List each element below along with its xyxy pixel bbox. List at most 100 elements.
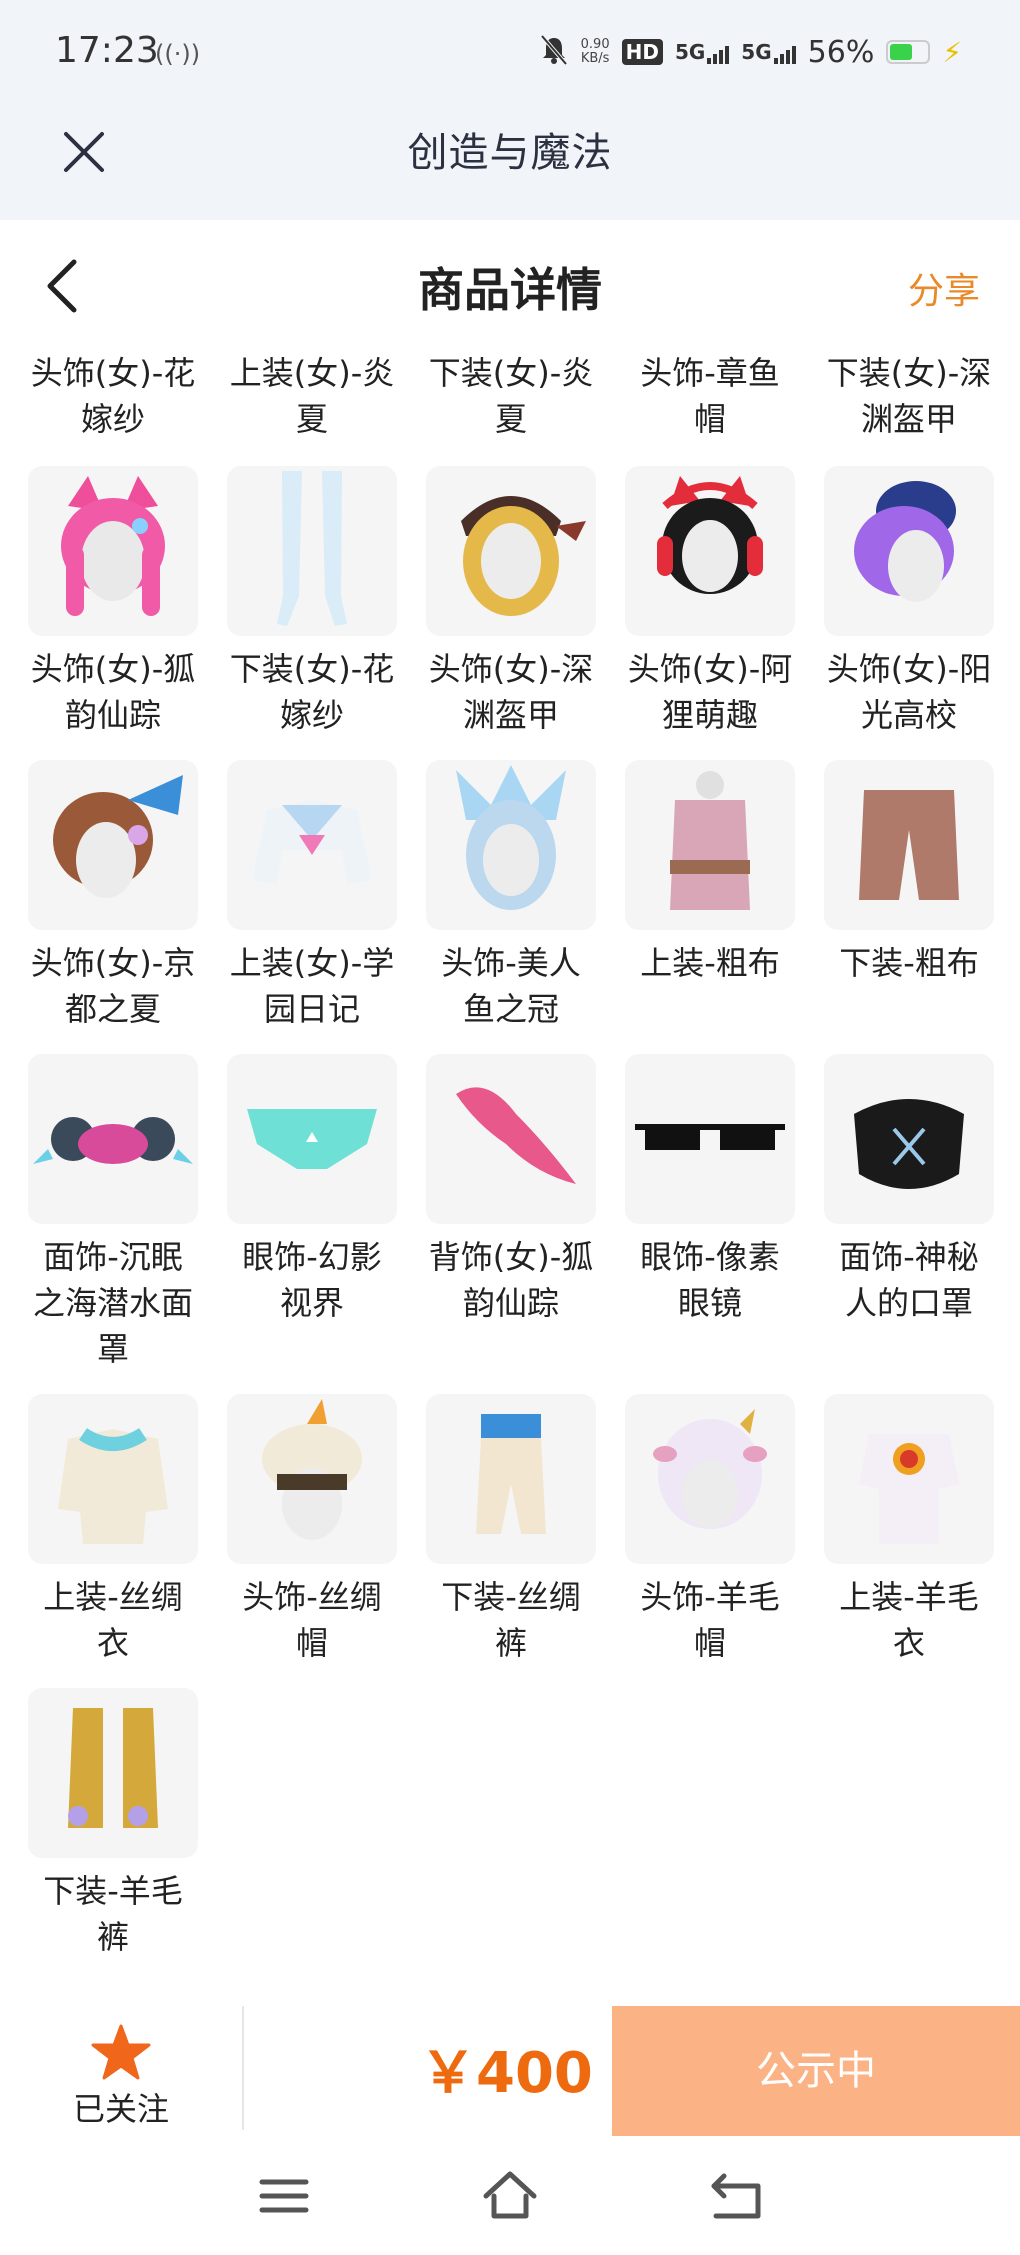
item-label: 头饰(女)-狐韵仙踪 bbox=[30, 650, 196, 734]
list-item[interactable]: 头饰(女)-深渊盔甲 bbox=[426, 466, 596, 738]
item-thumbnail bbox=[824, 1394, 994, 1564]
list-item[interactable]: 上装(女)-学园日记 bbox=[227, 760, 397, 1032]
back-nav-icon[interactable] bbox=[706, 2166, 766, 2226]
list-item[interactable]: 头饰(女)-阿狸萌趣 bbox=[625, 466, 795, 738]
item-label: 头饰(女)-花嫁纱 bbox=[30, 354, 196, 438]
item-label: 头饰(女)-阳光高校 bbox=[826, 650, 992, 734]
item-thumbnail bbox=[426, 1394, 596, 1564]
item-label: 下装(女)-深渊盔甲 bbox=[826, 354, 992, 438]
item-label: 头饰-美人鱼之冠 bbox=[441, 944, 581, 1028]
list-item[interactable]: 下装(女)-深渊盔甲 bbox=[824, 350, 994, 442]
list-item[interactable]: 上装-羊毛衣 bbox=[824, 1394, 994, 1666]
item-thumbnail bbox=[426, 760, 596, 930]
status-button[interactable]: 公示中 bbox=[612, 2006, 1020, 2136]
nav-bar: 商品详情 分享 bbox=[0, 220, 1020, 340]
item-label: 上装-羊毛衣 bbox=[839, 1578, 979, 1662]
follow-button[interactable]: 已关注 bbox=[0, 2000, 242, 2138]
item-thumbnail bbox=[824, 760, 994, 930]
charging-icon: ⚡ bbox=[942, 35, 962, 69]
signal-icon-2: 5G bbox=[741, 40, 796, 64]
list-item[interactable]: 下装(女)-花嫁纱 bbox=[227, 466, 397, 738]
net-speed-unit: KB/s bbox=[580, 51, 610, 66]
list-item[interactable]: 下装-羊毛裤 bbox=[28, 1688, 198, 1960]
item-thumbnail bbox=[227, 760, 397, 930]
item-thumbnail bbox=[227, 1394, 397, 1564]
item-label: 头饰(女)-京都之夏 bbox=[30, 944, 196, 1028]
item-label: 眼饰-像素眼镜 bbox=[640, 1238, 780, 1322]
signal2-label: 5G bbox=[741, 40, 772, 64]
item-label: 头饰-丝绸帽 bbox=[242, 1578, 382, 1662]
item-label: 下装-粗布 bbox=[839, 944, 979, 982]
item-thumbnail bbox=[28, 760, 198, 930]
battery-icon bbox=[886, 40, 931, 64]
list-item[interactable]: 头饰-丝绸帽 bbox=[227, 1394, 397, 1666]
share-button[interactable]: 分享 bbox=[908, 262, 980, 314]
list-item[interactable]: 头饰(女)-狐韵仙踪 bbox=[28, 466, 198, 738]
net-speed: 0.90 KB/s bbox=[581, 38, 610, 66]
list-item[interactable]: 面饰-沉眠之海潜水面罩 bbox=[28, 1054, 198, 1372]
item-label: 头饰(女)-深渊盔甲 bbox=[428, 650, 594, 734]
list-item[interactable]: 眼饰-幻影视界 bbox=[227, 1054, 397, 1326]
list-item[interactable]: 上装-丝绸衣 bbox=[28, 1394, 198, 1666]
follow-label: 已关注 bbox=[72, 2090, 169, 2128]
item-label: 面饰-沉眠之海潜水面罩 bbox=[32, 1238, 193, 1368]
menu-icon[interactable] bbox=[254, 2166, 314, 2226]
signal-icon: 5G bbox=[675, 40, 730, 64]
item-thumbnail bbox=[625, 1394, 795, 1564]
star-icon bbox=[91, 2024, 151, 2080]
item-thumbnail bbox=[625, 760, 795, 930]
item-label: 下装-羊毛裤 bbox=[43, 1872, 183, 1956]
item-thumbnail bbox=[426, 1054, 596, 1224]
item-thumbnail bbox=[28, 1688, 198, 1858]
item-label: 面饰-神秘人的口罩 bbox=[839, 1238, 979, 1322]
item-thumbnail bbox=[227, 1054, 397, 1224]
item-label: 上装(女)-炎夏 bbox=[229, 354, 395, 438]
hd-badge: HD bbox=[621, 39, 663, 65]
item-label: 上装(女)-学园日记 bbox=[229, 944, 395, 1028]
item-label: 头饰-章鱼帽 bbox=[640, 354, 780, 438]
item-thumbnail bbox=[625, 1054, 795, 1224]
home-icon[interactable] bbox=[480, 2166, 540, 2226]
list-item[interactable]: 上装-粗布 bbox=[625, 760, 795, 986]
item-label: 上装-粗布 bbox=[640, 944, 780, 982]
item-label: 下装(女)-花嫁纱 bbox=[229, 650, 395, 734]
status-icons: 0.90 KB/s HD 5G 5G 56% ⚡ bbox=[539, 34, 962, 70]
list-item[interactable]: 下装-粗布 bbox=[824, 760, 994, 986]
list-item[interactable]: 头饰(女)-阳光高校 bbox=[824, 466, 994, 738]
list-item[interactable]: 眼饰-像素眼镜 bbox=[625, 1054, 795, 1326]
item-thumbnail bbox=[28, 1054, 198, 1224]
vibrate-icon: ((·)) bbox=[155, 40, 201, 68]
app-header: 创造与魔法 bbox=[0, 112, 1020, 220]
list-item[interactable]: 头饰-章鱼帽 bbox=[625, 350, 795, 442]
item-label: 头饰(女)-阿狸萌趣 bbox=[627, 650, 793, 734]
list-item[interactable]: 头饰(女)-花嫁纱 bbox=[28, 350, 198, 442]
page-title: 商品详情 bbox=[418, 263, 602, 317]
item-thumbnail bbox=[625, 466, 795, 636]
status-time: 17:23 bbox=[55, 30, 159, 71]
list-item[interactable]: 上装(女)-炎夏 bbox=[227, 350, 397, 442]
app-title: 创造与魔法 bbox=[407, 130, 613, 176]
item-thumbnail bbox=[824, 1054, 994, 1224]
list-item[interactable]: 面饰-神秘人的口罩 bbox=[824, 1054, 994, 1326]
item-thumbnail bbox=[426, 466, 596, 636]
price: ￥400 bbox=[420, 2041, 593, 2106]
item-thumbnail bbox=[28, 466, 198, 636]
list-item[interactable]: 下装-丝绸裤 bbox=[426, 1394, 596, 1666]
item-label: 眼饰-幻影视界 bbox=[242, 1238, 382, 1322]
item-thumbnail bbox=[28, 1394, 198, 1564]
list-item[interactable]: 下装(女)-炎夏 bbox=[426, 350, 596, 442]
item-label: 背饰(女)-狐韵仙踪 bbox=[428, 1238, 594, 1322]
mute-bell-icon bbox=[539, 34, 569, 70]
battery-percent: 56% bbox=[807, 34, 875, 70]
net-speed-value: 0.90 bbox=[580, 37, 610, 52]
item-label: 上装-丝绸衣 bbox=[43, 1578, 183, 1662]
system-nav-bar bbox=[0, 2138, 1020, 2255]
product-detail-page: 商品详情 分享 头饰(女)-花嫁纱 上装(女)-炎夏 下装(女)-炎夏 头饰-章… bbox=[0, 220, 1020, 2000]
item-label: 下装-丝绸裤 bbox=[441, 1578, 581, 1662]
list-item[interactable]: 头饰-美人鱼之冠 bbox=[426, 760, 596, 1032]
list-item[interactable]: 背饰(女)-狐韵仙踪 bbox=[426, 1054, 596, 1326]
list-item[interactable]: 头饰(女)-京都之夏 bbox=[28, 760, 198, 1032]
status-bar: 17:23 ((·)) 0.90 KB/s HD 5G 5G 56% ⚡ bbox=[0, 0, 1020, 112]
bottom-action-bar: 已关注 ￥400 公示中 bbox=[0, 2000, 1020, 2138]
list-item[interactable]: 头饰-羊毛帽 bbox=[625, 1394, 795, 1666]
